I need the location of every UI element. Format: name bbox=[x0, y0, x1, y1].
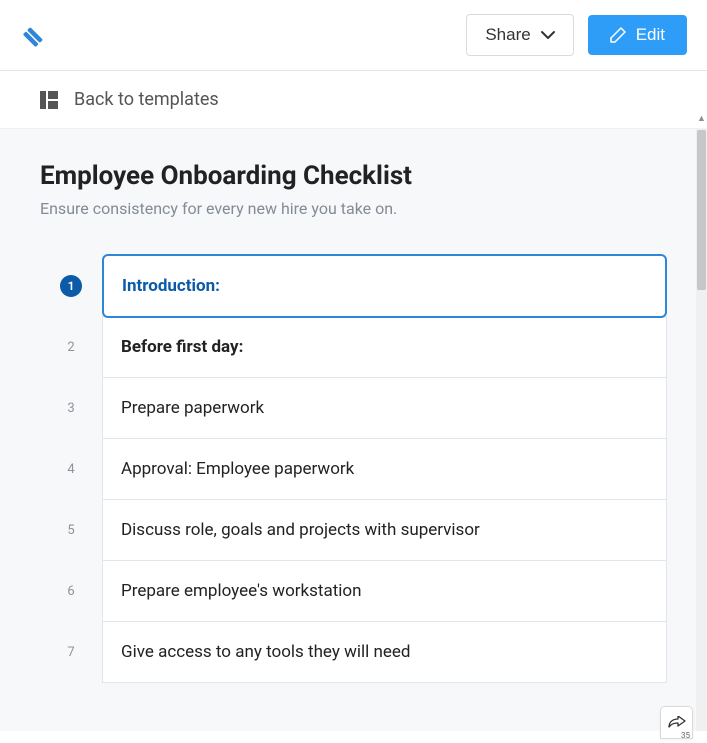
app-header: Share Edit bbox=[0, 0, 707, 71]
share-arrow-icon bbox=[668, 716, 686, 729]
checklist-item[interactable]: Before first day: bbox=[102, 316, 667, 378]
step-number: 5 bbox=[40, 523, 102, 538]
step-number: 3 bbox=[40, 401, 102, 416]
checklist-item[interactable]: Prepare paperwork bbox=[102, 377, 667, 439]
templates-icon bbox=[40, 91, 60, 109]
checklist: 1 Introduction: 2 Before first day: 3 Prepare… bbox=[40, 254, 667, 683]
share-fab-button[interactable]: 35 bbox=[660, 706, 693, 739]
checklist-item[interactable]: Approval: Employee paperwork bbox=[102, 438, 667, 500]
checklist-item-label: Introduction: bbox=[122, 276, 220, 296]
share-button[interactable]: Share bbox=[466, 14, 573, 56]
pencil-icon bbox=[610, 27, 626, 43]
page-subtitle: Ensure consistency for every new hire yo… bbox=[40, 199, 667, 218]
checklist-item[interactable]: Discuss role, goals and projects with su… bbox=[102, 499, 667, 561]
step-number: 2 bbox=[40, 340, 102, 355]
checklist-row: 4 Approval: Employee paperwork bbox=[40, 439, 667, 500]
checklist-item-label: Prepare paperwork bbox=[121, 398, 264, 418]
checklist-row: 6 Prepare employee's workstation bbox=[40, 561, 667, 622]
checklist-item-label: Before first day: bbox=[121, 337, 243, 357]
checklist-item[interactable]: Give access to any tools they will need bbox=[102, 621, 667, 683]
edit-button-label: Edit bbox=[636, 25, 665, 45]
step-number: 4 bbox=[40, 462, 102, 477]
checklist-row: 5 Discuss role, goals and projects with s… bbox=[40, 500, 667, 561]
checklist-item-label: Approval: Employee paperwork bbox=[121, 459, 354, 479]
main-content: Employee Onboarding Checklist Ensure con… bbox=[0, 128, 707, 731]
header-actions: Share Edit bbox=[466, 14, 687, 56]
chevron-down-icon bbox=[541, 30, 555, 40]
step-number: 1 bbox=[40, 275, 102, 297]
checklist-item-label: Prepare employee's workstation bbox=[121, 581, 362, 601]
step-number-badge: 1 bbox=[60, 275, 82, 297]
checklist-item[interactable]: Prepare employee's workstation bbox=[102, 560, 667, 622]
checklist-row: 2 Before first day: bbox=[40, 317, 667, 378]
checklist-row: 1 Introduction: bbox=[40, 254, 667, 317]
share-count: 35 bbox=[681, 731, 690, 740]
scrollbar[interactable]: ▲ bbox=[696, 129, 707, 731]
scroll-up-arrow-icon[interactable]: ▲ bbox=[696, 111, 707, 125]
step-number: 6 bbox=[40, 584, 102, 599]
back-label: Back to templates bbox=[74, 89, 219, 110]
back-to-templates-link[interactable]: Back to templates bbox=[0, 71, 707, 128]
page-title: Employee Onboarding Checklist bbox=[40, 161, 667, 191]
app-logo bbox=[20, 20, 50, 50]
checklist-item[interactable]: Introduction: bbox=[102, 254, 667, 318]
step-number: 7 bbox=[40, 645, 102, 660]
checklist-item-label: Give access to any tools they will need bbox=[121, 642, 411, 662]
scrollbar-thumb[interactable] bbox=[697, 130, 706, 290]
checklist-row: 7 Give access to any tools they will need bbox=[40, 622, 667, 683]
share-button-label: Share bbox=[485, 25, 530, 45]
checklist-item-label: Discuss role, goals and projects with su… bbox=[121, 520, 480, 540]
edit-button[interactable]: Edit bbox=[588, 15, 687, 55]
checklist-row: 3 Prepare paperwork bbox=[40, 378, 667, 439]
